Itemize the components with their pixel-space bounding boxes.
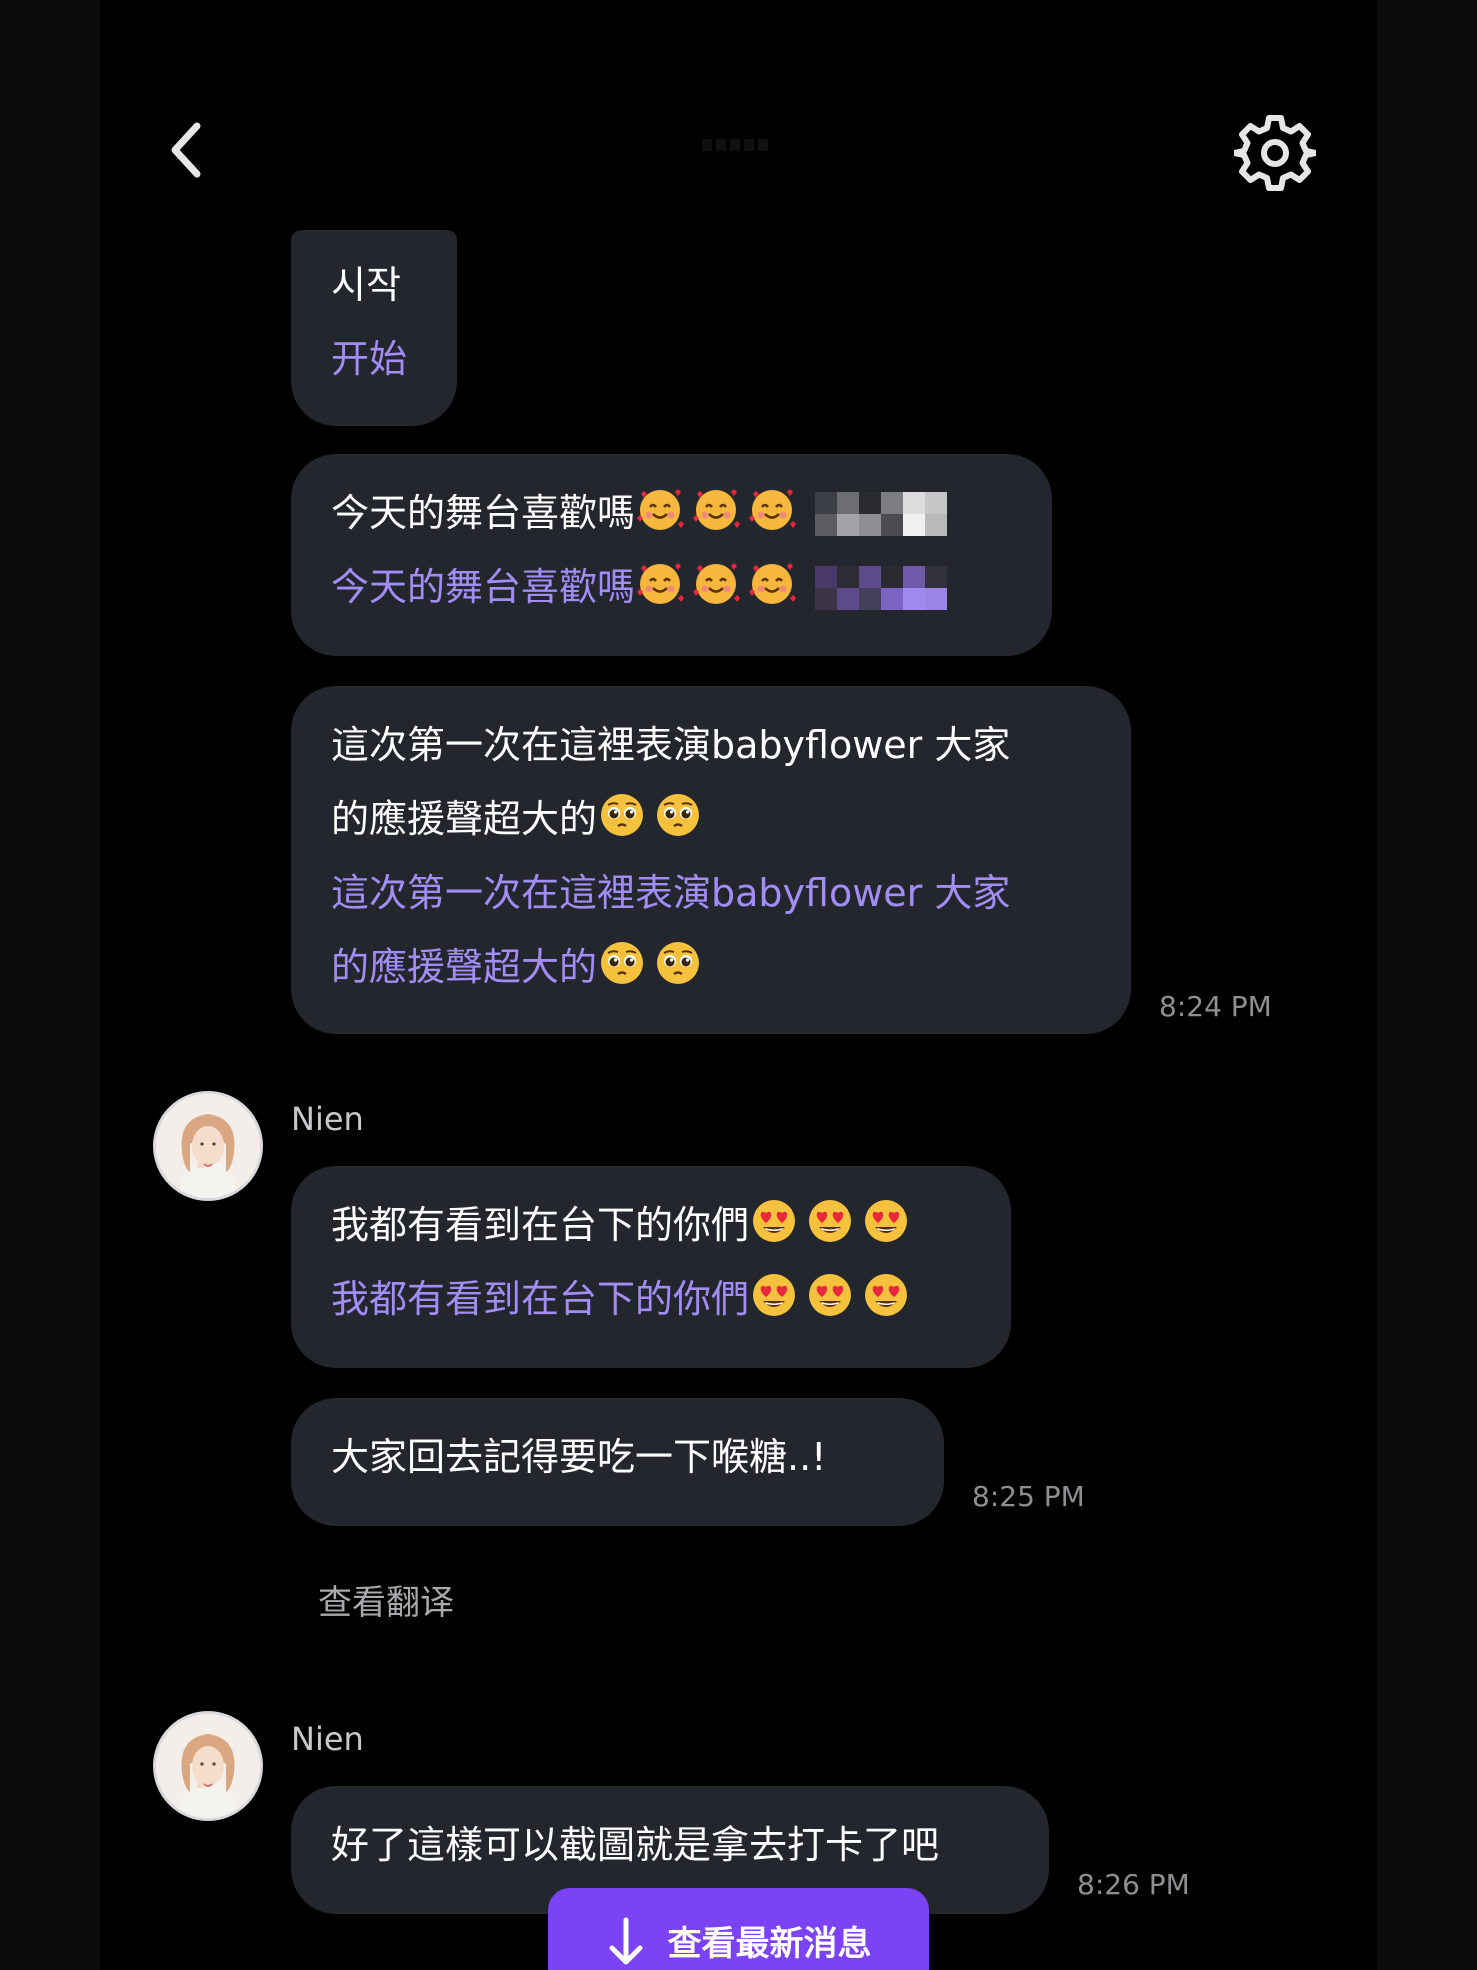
message-translation-text: 开始 — [331, 337, 408, 381]
message-timestamp: 8:24 PM — [1159, 990, 1272, 1023]
pleading-face-icon — [597, 790, 647, 840]
message-original-text: 的應援聲超大的 — [331, 797, 598, 841]
blurred-title — [685, 130, 785, 160]
smiling-face-with-hearts-icon — [691, 558, 741, 608]
message-original-text: 我都有看到在台下的你們 — [331, 1203, 750, 1247]
chevron-left-icon — [171, 122, 201, 178]
heart-eyes-icon — [861, 1270, 911, 1320]
message-translation-text: 的應援聲超大的 — [331, 945, 598, 989]
gear-icon — [1234, 115, 1316, 191]
avatar[interactable] — [153, 1711, 263, 1821]
sender-name: Nien — [291, 1100, 364, 1138]
view-latest-messages-button[interactable]: 查看最新消息 — [548, 1888, 929, 1970]
message-bubble[interactable]: 我都有看到在台下的你們 我都有看到在台下的你們 — [291, 1166, 1011, 1368]
smiling-face-with-hearts-icon — [635, 558, 685, 608]
heart-eyes-icon — [749, 1196, 799, 1246]
heart-eyes-icon — [805, 1196, 855, 1246]
smiling-face-with-hearts-icon — [747, 558, 797, 608]
pixelated-content — [815, 566, 948, 610]
avatar[interactable] — [153, 1091, 263, 1201]
settings-button[interactable] — [1230, 108, 1320, 198]
sender-name: Nien — [291, 1720, 364, 1758]
pixelated-content — [815, 492, 948, 536]
chat-screen: 시작 开始 今天的舞台喜歡嗎 今天的舞台喜歡嗎 這次第一次在這裡表演babyfl… — [100, 0, 1377, 1970]
smiling-face-with-hearts-icon — [747, 484, 797, 534]
arrow-down-icon — [609, 1917, 642, 1965]
message-original-text: 시작 — [331, 263, 401, 307]
message-translation-text: 我都有看到在台下的你們 — [331, 1277, 750, 1321]
heart-eyes-icon — [749, 1270, 799, 1320]
profile-photo — [156, 1714, 260, 1818]
back-button[interactable] — [155, 115, 215, 185]
pleading-face-icon — [597, 938, 647, 988]
message-original-line: 今天的舞台喜歡嗎 — [331, 476, 1012, 550]
message-timestamp: 8:26 PM — [1077, 1868, 1190, 1901]
view-latest-messages-label: 查看最新消息 — [667, 1924, 872, 1964]
pleading-face-icon — [653, 938, 703, 988]
message-original-line: 的應援聲超大的 — [331, 782, 1091, 856]
message-translation-text: 這次第一次在這裡表演babyflower 大家 — [331, 871, 1011, 915]
message-original-text: 這次第一次在這裡表演babyflower 大家 — [331, 723, 1011, 767]
message-original-line: 我都有看到在台下的你們 — [331, 1188, 971, 1262]
message-timestamp: 8:25 PM — [972, 1480, 1085, 1513]
message-bubble[interactable]: 시작 开始 — [291, 230, 457, 426]
heart-eyes-icon — [805, 1270, 855, 1320]
smiling-face-with-hearts-icon — [691, 484, 741, 534]
message-translation-line: 今天的舞台喜歡嗎 — [331, 550, 1012, 624]
message-translation-text: 今天的舞台喜歡嗎 — [331, 565, 636, 609]
message-translation-line: 的應援聲超大的 — [331, 930, 1091, 1004]
message-original-text: 大家回去記得要吃一下喉糖..! — [331, 1435, 827, 1479]
smiling-face-with-hearts-icon — [635, 484, 685, 534]
message-original-text: 今天的舞台喜歡嗎 — [331, 491, 636, 535]
see-translation-link[interactable]: 查看翻译 — [318, 1575, 454, 1624]
pleading-face-icon — [653, 790, 703, 840]
message-translation-line: 我都有看到在台下的你們 — [331, 1262, 971, 1336]
heart-eyes-icon — [861, 1196, 911, 1246]
profile-photo — [156, 1094, 260, 1198]
message-bubble[interactable]: 大家回去記得要吃一下喉糖..! — [291, 1398, 944, 1526]
message-original-text: 好了這樣可以截圖就是拿去打卡了吧 — [331, 1823, 940, 1867]
message-bubble[interactable]: 今天的舞台喜歡嗎 今天的舞台喜歡嗎 — [291, 454, 1052, 656]
message-bubble[interactable]: 這次第一次在這裡表演babyflower 大家 的應援聲超大的 這次第一次在這裡… — [291, 686, 1131, 1034]
